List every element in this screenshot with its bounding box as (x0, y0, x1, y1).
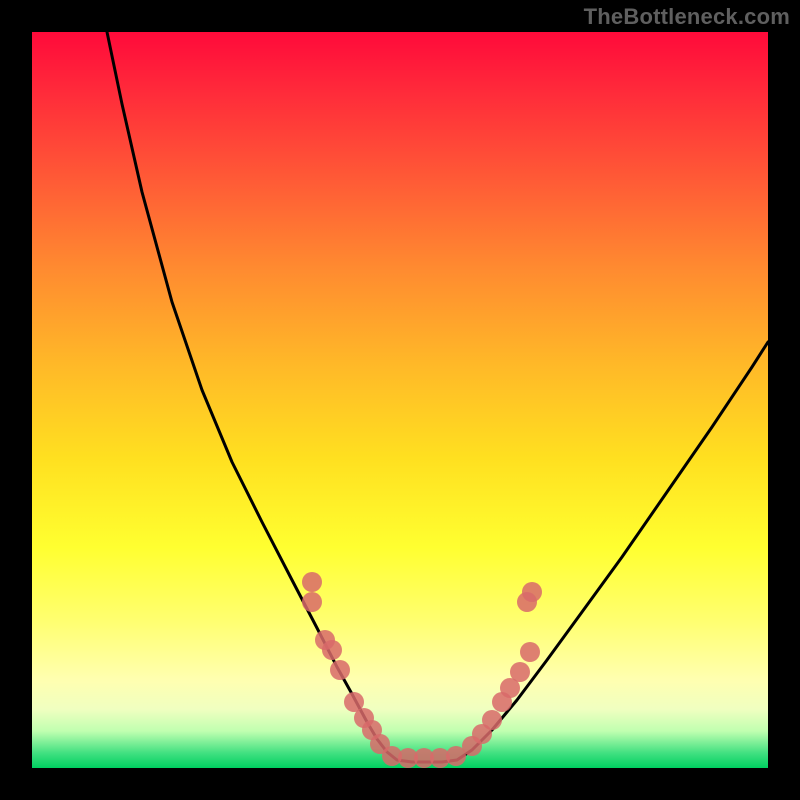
plot-area (32, 32, 768, 768)
curve-marker (302, 592, 322, 612)
curve-marker (482, 710, 502, 730)
curve-marker (322, 640, 342, 660)
curve-path (107, 32, 768, 762)
curve-marker (302, 572, 322, 592)
curve-marker (330, 660, 350, 680)
watermark-text: TheBottleneck.com (584, 4, 790, 30)
curve-marker (520, 642, 540, 662)
curve-markers (302, 572, 542, 768)
chart-svg (32, 32, 768, 768)
curve-marker (522, 582, 542, 602)
chart-frame: TheBottleneck.com (0, 0, 800, 800)
curve-marker (510, 662, 530, 682)
bottleneck-curve (107, 32, 768, 762)
